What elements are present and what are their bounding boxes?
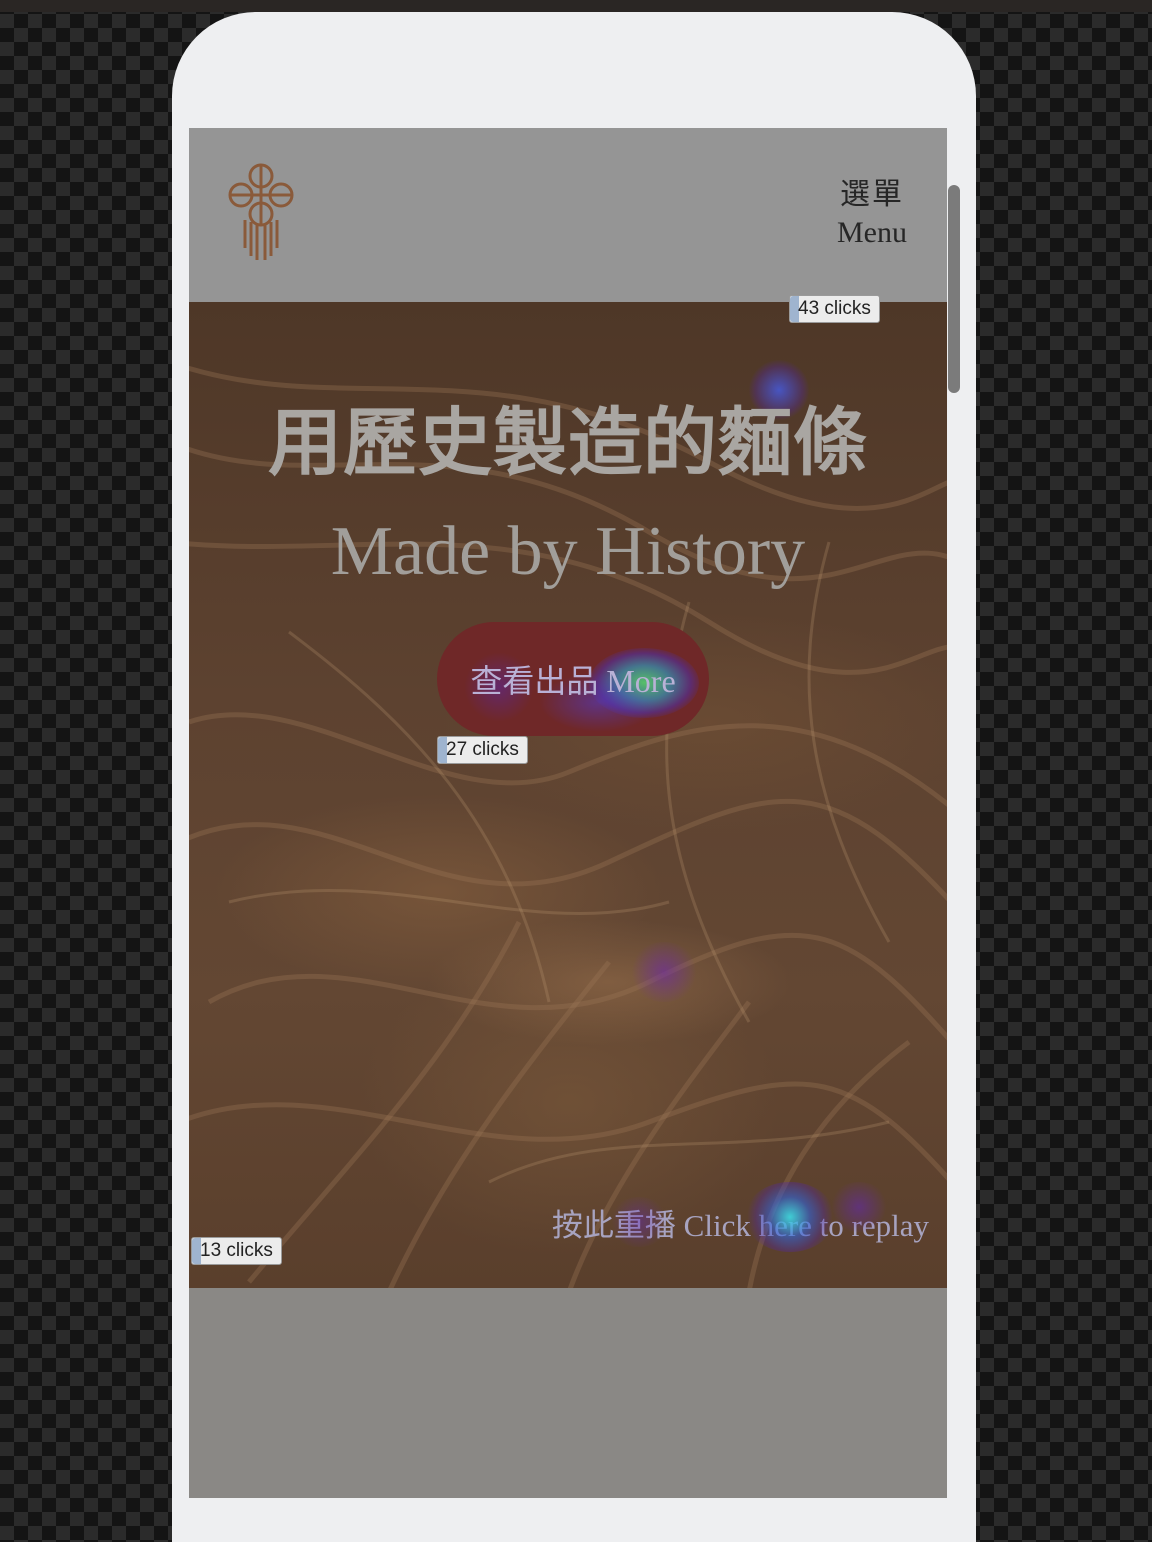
hero-title-zh: 用歷史製造的麵條: [268, 400, 868, 486]
click-count-badge: 13 clicks: [191, 1237, 282, 1265]
hero-title-en: Made by History: [330, 513, 806, 590]
menu-button[interactable]: 選單 Menu: [837, 176, 907, 252]
click-count-label: 13 clicks: [200, 1240, 273, 1261]
click-count-label: 27 clicks: [446, 739, 519, 760]
replay-link[interactable]: 按此重播 Click here to replay: [552, 1200, 929, 1245]
site-header: 選單 Menu: [189, 128, 947, 302]
hero-section: 用歷史製造的麵條 Made by History 查看出品 More 按此重播 …: [189, 302, 947, 1288]
scrollbar-thumb[interactable]: [948, 185, 960, 393]
more-button-label: 查看出品 More: [470, 663, 676, 699]
menu-label-zh: 選單: [840, 178, 904, 211]
more-button[interactable]: 查看出品 More: [437, 622, 709, 736]
menu-label-en: Menu: [837, 216, 907, 249]
mobile-screen: 選單 Menu 用歷史製造的麵條 Made by History 查看出品 Mo…: [189, 128, 947, 1498]
click-count-badge: 27 clicks: [437, 736, 528, 764]
knot-logo-icon[interactable]: [219, 160, 303, 264]
click-count-label: 43 clicks: [798, 298, 871, 319]
top-bar: [0, 0, 1152, 12]
click-count-badge: 43 clicks: [789, 295, 880, 323]
